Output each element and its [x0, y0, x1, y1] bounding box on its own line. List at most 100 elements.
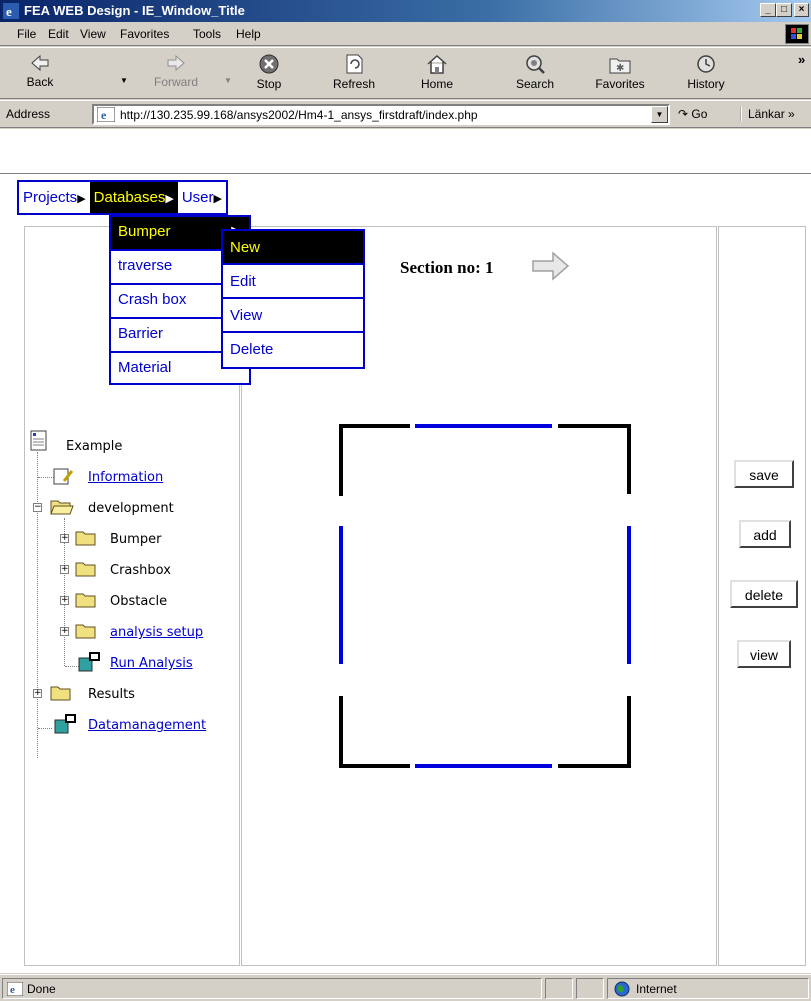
delete-button[interactable]: delete — [730, 580, 798, 608]
run-analysis-link[interactable]: Run Analysis — [110, 656, 193, 671]
add-button[interactable]: add — [739, 520, 791, 548]
favorites-folder-icon: ✱ — [609, 58, 631, 74]
menu-help[interactable]: Help — [236, 27, 261, 41]
home-label: Home — [420, 77, 453, 91]
status-panel-blank — [576, 978, 604, 999]
forward-button[interactable]: Forward — [146, 50, 206, 96]
favorites-button[interactable]: ✱ Favorites — [590, 50, 650, 96]
info-doc-icon — [53, 468, 74, 485]
globe-icon — [614, 981, 630, 997]
page-header-area — [0, 129, 811, 174]
back-dropdown-icon[interactable]: ▼ — [120, 76, 128, 85]
view-button[interactable]: view — [737, 640, 791, 668]
go-arrow-icon: ↷ — [678, 107, 689, 121]
db-item-barrier-label: Barrier — [118, 325, 164, 342]
corner-top-left — [339, 424, 410, 496]
go-button[interactable]: ↷ Go — [678, 107, 707, 121]
tree-label-development: development — [88, 501, 174, 516]
back-button[interactable]: Back — [10, 50, 70, 96]
document-icon — [30, 430, 47, 451]
bumper-submenu: New Edit View Delete — [221, 229, 365, 369]
analysis-setup-link[interactable]: analysis setup — [110, 625, 203, 640]
window-title: FEA WEB Design - IE_Window_Title — [24, 3, 245, 18]
db-item-material-label: Material — [118, 359, 172, 376]
history-button[interactable]: History — [676, 50, 736, 96]
information-link[interactable]: Information — [88, 470, 163, 485]
close-button[interactable]: × — [794, 3, 809, 17]
svg-text:e: e — [101, 108, 107, 122]
corner-bottom-left — [339, 696, 410, 768]
tree-label-results: Results — [88, 687, 135, 702]
submenu-view[interactable]: View — [223, 299, 363, 333]
submenu-delete[interactable]: Delete — [223, 333, 363, 367]
menu-file[interactable]: File — [17, 27, 36, 41]
address-dropdown-icon[interactable]: ▼ — [651, 106, 668, 123]
corner-top-right — [558, 424, 631, 494]
toolbar-more-chevron[interactable]: » — [798, 52, 805, 67]
forward-dropdown-icon[interactable]: ▼ — [224, 76, 232, 85]
windows-logo-icon — [785, 24, 809, 44]
save-button[interactable]: save — [734, 460, 794, 488]
tree-label-bumper: Bumper — [110, 532, 162, 547]
history-icon — [697, 55, 715, 73]
history-label: History — [687, 77, 725, 91]
refresh-icon — [346, 54, 363, 74]
forward-label: Forward — [153, 75, 198, 89]
search-icon — [526, 55, 545, 74]
menu-tools[interactable]: Tools — [193, 27, 221, 41]
search-button[interactable]: Search — [505, 50, 565, 96]
refresh-button[interactable]: Refresh — [324, 50, 384, 96]
tree-label-example: Example — [66, 439, 123, 454]
stop-button[interactable]: Stop — [239, 50, 299, 96]
menu-view[interactable]: View — [80, 27, 106, 41]
corner-bottom-right — [558, 696, 631, 768]
analysis-setup-expand-icon[interactable]: + — [60, 627, 69, 636]
address-label: Address — [6, 107, 51, 121]
menu-databases[interactable]: Databases▶ — [89, 182, 178, 213]
db-item-bumper-label: Bumper — [118, 223, 171, 240]
db-item-crash-box-label: Crash box — [118, 291, 187, 308]
menu-edit[interactable]: Edit — [48, 27, 69, 41]
open-folder-icon — [50, 500, 74, 515]
menu-user[interactable]: User▶ — [178, 182, 226, 213]
favorites-label: Favorites — [595, 77, 645, 91]
page-ie-icon: e — [97, 107, 115, 122]
status-panel-blank — [545, 978, 573, 999]
development-collapse-icon[interactable]: − — [33, 503, 42, 512]
db-item-traverse-label: traverse — [118, 257, 173, 274]
obstacle-expand-icon[interactable]: + — [60, 596, 69, 605]
submenu-edit[interactable]: Edit — [223, 265, 363, 299]
datamanagement-icon — [54, 714, 76, 734]
datamanagement-link[interactable]: Datamanagement — [88, 718, 206, 733]
svg-text:✱: ✱ — [616, 63, 624, 74]
minimize-button[interactable]: _ — [760, 3, 776, 17]
menu-projects[interactable]: Projects▶ — [19, 182, 90, 213]
address-input[interactable]: e http://130.235.99.168/ansys2002/Hm4-1_… — [92, 104, 670, 125]
home-button[interactable]: Home — [407, 50, 467, 96]
menu-databases-label: Databases — [93, 189, 166, 206]
submenu-new[interactable]: New — [223, 231, 363, 265]
folder-icon — [75, 531, 96, 546]
crashbox-expand-icon[interactable]: + — [60, 565, 69, 574]
status-main-panel: e Done — [2, 978, 542, 999]
folder-icon — [50, 686, 71, 701]
maximize-button[interactable]: □ — [776, 3, 792, 17]
menu-favorites[interactable]: Favorites — [120, 27, 169, 41]
results-expand-icon[interactable]: + — [33, 689, 42, 698]
svg-text:e: e — [6, 4, 12, 19]
back-arrow-icon — [31, 54, 49, 72]
page-ie-icon: e — [7, 982, 23, 996]
stop-icon — [259, 54, 279, 74]
bumper-expand-icon[interactable]: + — [60, 534, 69, 543]
toolbar: Back ▼ Forward ▼ Stop Refresh Home Searc… — [0, 47, 811, 99]
window-title-bar[interactable]: e FEA WEB Design - IE_Window_Title _ □ × — [0, 0, 811, 22]
next-section-arrow-icon[interactable] — [531, 250, 571, 282]
folder-icon — [75, 562, 96, 577]
address-url: http://130.235.99.168/ansys2002/Hm4-1_an… — [120, 108, 478, 122]
ie-icon: e — [3, 3, 19, 19]
svg-text:e: e — [10, 984, 15, 996]
tree-label-crashbox: Crashbox — [110, 563, 171, 578]
links-button[interactable]: Länkar » — [740, 107, 795, 121]
address-bar: Address e http://130.235.99.168/ansys200… — [0, 100, 811, 128]
zone-label: Internet — [636, 982, 677, 996]
